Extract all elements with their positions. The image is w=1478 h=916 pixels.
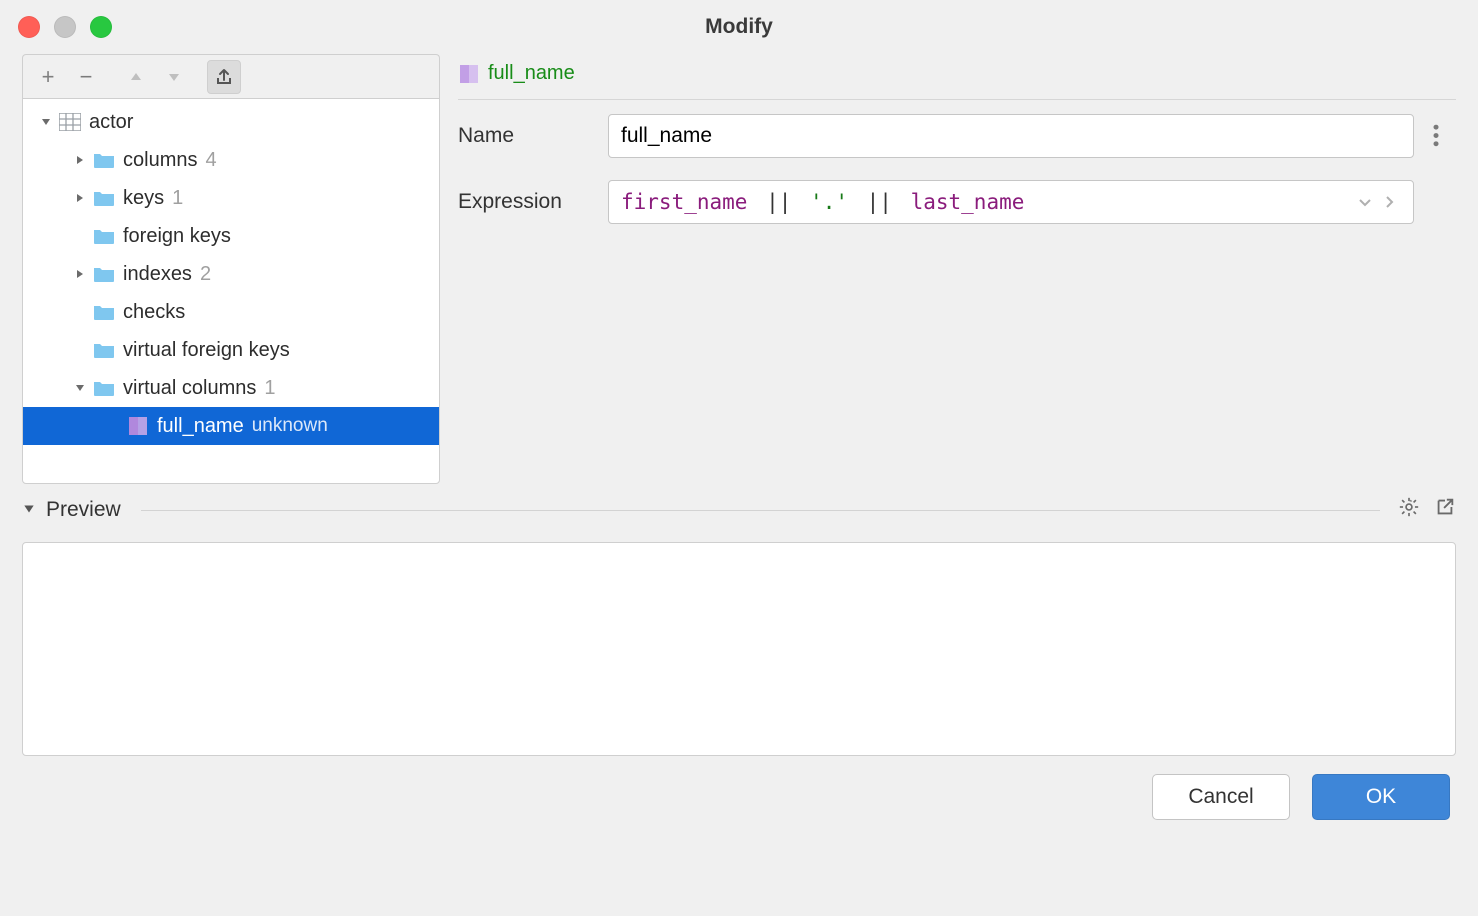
gear-icon bbox=[1398, 496, 1420, 518]
tree-node-label: full_name bbox=[157, 415, 244, 438]
divider bbox=[141, 510, 1380, 511]
expr-token: '.' bbox=[810, 190, 848, 214]
export-up-icon bbox=[214, 67, 234, 87]
tree-root-actor[interactable]: actor bbox=[23, 103, 439, 141]
name-label: Name bbox=[458, 124, 608, 148]
preview-area[interactable] bbox=[22, 542, 1456, 756]
ok-button[interactable]: OK bbox=[1312, 774, 1450, 820]
tree-node-virtual-columns[interactable]: virtual columns 1 bbox=[23, 369, 439, 407]
tree-toolbar: + − bbox=[22, 54, 440, 98]
expr-token: || bbox=[867, 190, 892, 214]
tree-node-count: 4 bbox=[205, 149, 216, 172]
chevron-right-icon[interactable] bbox=[1381, 194, 1397, 210]
remove-button[interactable]: − bbox=[69, 60, 103, 94]
tree-node-label: columns bbox=[123, 149, 197, 172]
folder-icon bbox=[93, 227, 115, 245]
tree-node-keys[interactable]: keys 1 bbox=[23, 179, 439, 217]
breadcrumb-label: full_name bbox=[488, 62, 575, 85]
dialog-footer: Cancel OK bbox=[0, 756, 1478, 820]
window-controls bbox=[18, 16, 112, 38]
preview-title: Preview bbox=[46, 498, 121, 522]
expression-row: Expression first_name || '.' || last_nam… bbox=[458, 180, 1456, 224]
tree-node-label: virtual foreign keys bbox=[123, 339, 290, 362]
preview-settings-button[interactable] bbox=[1398, 496, 1420, 524]
folder-icon bbox=[93, 379, 115, 397]
structure-tree[interactable]: actor columns 4 keys 1 bbox=[22, 98, 440, 484]
expr-token: || bbox=[766, 190, 791, 214]
column-icon bbox=[127, 417, 149, 435]
tree-node-columns[interactable]: columns 4 bbox=[23, 141, 439, 179]
structure-tree-panel: + − bbox=[22, 54, 440, 484]
chevron-right-icon[interactable] bbox=[71, 268, 89, 280]
expression-label: Expression bbox=[458, 190, 608, 214]
tree-node-foreign-keys[interactable]: foreign keys bbox=[23, 217, 439, 255]
window-close-button[interactable] bbox=[18, 16, 40, 38]
expr-token: last_name bbox=[911, 190, 1025, 214]
name-input[interactable] bbox=[608, 114, 1414, 158]
kebab-icon: ••• bbox=[1425, 124, 1446, 149]
chevron-down-icon[interactable] bbox=[37, 116, 55, 128]
chevron-down-icon[interactable] bbox=[1357, 194, 1373, 210]
cancel-button[interactable]: Cancel bbox=[1152, 774, 1290, 820]
tree-node-count: 1 bbox=[264, 377, 275, 400]
folder-icon bbox=[93, 303, 115, 321]
folder-icon bbox=[93, 341, 115, 359]
breadcrumb: full_name bbox=[458, 62, 1456, 100]
chevron-right-icon[interactable] bbox=[71, 154, 89, 166]
triangle-down-icon bbox=[166, 69, 182, 85]
expression-input[interactable]: first_name || '.' || last_name bbox=[608, 180, 1414, 224]
export-button[interactable] bbox=[207, 60, 241, 94]
tree-node-type: unknown bbox=[252, 415, 328, 437]
triangle-up-icon bbox=[128, 69, 144, 85]
open-external-icon bbox=[1434, 496, 1456, 518]
column-icon bbox=[458, 65, 480, 83]
chevron-right-icon[interactable] bbox=[71, 192, 89, 204]
tree-node-label: foreign keys bbox=[123, 225, 231, 248]
preview-section: Preview bbox=[0, 496, 1478, 756]
add-button[interactable]: + bbox=[31, 60, 65, 94]
expr-token: first_name bbox=[621, 190, 747, 214]
preview-collapse-toggle[interactable] bbox=[22, 502, 36, 519]
tree-node-full-name[interactable]: full_name unknown bbox=[23, 407, 439, 445]
tree-node-checks[interactable]: checks bbox=[23, 293, 439, 331]
move-up-button[interactable] bbox=[119, 60, 153, 94]
tree-node-label: keys bbox=[123, 187, 164, 210]
tree-node-count: 1 bbox=[172, 187, 183, 210]
table-icon bbox=[59, 113, 81, 131]
preview-open-external-button[interactable] bbox=[1434, 496, 1456, 524]
tree-node-label: virtual columns bbox=[123, 377, 256, 400]
tree-node-virtual-foreign-keys[interactable]: virtual foreign keys bbox=[23, 331, 439, 369]
tree-node-label: indexes bbox=[123, 263, 192, 286]
move-down-button[interactable] bbox=[157, 60, 191, 94]
tree-node-label: actor bbox=[89, 111, 133, 134]
chevron-down-icon[interactable] bbox=[71, 382, 89, 394]
tree-node-label: checks bbox=[123, 301, 185, 324]
window-zoom-button[interactable] bbox=[90, 16, 112, 38]
tree-node-indexes[interactable]: indexes 2 bbox=[23, 255, 439, 293]
folder-icon bbox=[93, 189, 115, 207]
name-row: Name ••• bbox=[458, 114, 1456, 158]
titlebar: Modify bbox=[0, 0, 1478, 54]
window-minimize-button[interactable] bbox=[54, 16, 76, 38]
properties-panel: full_name Name ••• Expression first_name… bbox=[458, 54, 1456, 484]
window-title: Modify bbox=[0, 15, 1478, 39]
folder-icon bbox=[93, 151, 115, 169]
folder-icon bbox=[93, 265, 115, 283]
name-more-button[interactable]: ••• bbox=[1414, 126, 1456, 147]
tree-node-count: 2 bbox=[200, 263, 211, 286]
